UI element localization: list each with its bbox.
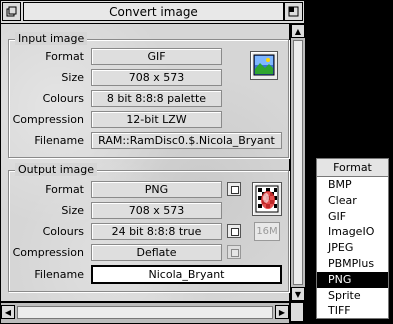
format-menu-item[interactable]: Sprite [317, 288, 388, 304]
scroll-right-icon[interactable]: ▶ [275, 305, 289, 319]
format-menu-title: Format [317, 159, 388, 177]
input-compression-field: 12-bit LZW [91, 111, 222, 128]
dialog-body: Input image Format GIF Size 708 x 573 Co… [1, 24, 289, 301]
format-menu-item[interactable]: JPEG [317, 240, 388, 256]
toggle-size-icon[interactable] [284, 2, 303, 21]
output-colours-field: 24 bit 8:8:8 true [91, 223, 222, 240]
output-format-label: Format [45, 183, 84, 196]
input-size-label: Size [61, 71, 84, 84]
output-format-menu-button[interactable] [227, 182, 241, 196]
input-filename-field: RAM::RamDisc0.$.Nicola_Bryant [91, 132, 282, 149]
format-menu-item-selected[interactable]: PNG [317, 271, 388, 288]
format-menu-item[interactable]: BMP [317, 177, 388, 193]
output-filename-input[interactable]: Nicola_Bryant [91, 265, 282, 284]
format-menu-item[interactable]: TIFF [317, 303, 388, 319]
output-size-field: 708 x 573 [91, 202, 222, 219]
input-group-label: Input image [15, 32, 88, 45]
format-menu-item[interactable]: PBMPlus [317, 256, 388, 272]
input-format-label: Format [45, 50, 84, 63]
window-title[interactable]: Convert image [23, 2, 284, 21]
input-colours-field: 8 bit 8:8:8 palette [91, 90, 222, 107]
output-compression-menu-button[interactable] [227, 245, 241, 259]
vertical-scrollbar[interactable]: ▲ ▼ [290, 24, 305, 301]
input-colours-label: Colours [42, 92, 84, 105]
output-format-field: PNG [91, 181, 222, 198]
input-size-field: 708 x 573 [91, 69, 222, 86]
input-filename-label: Filename [34, 134, 84, 147]
output-image-group: Output image Format PNG Size 708 x 573 C… [8, 163, 289, 292]
scroll-down-icon[interactable]: ▼ [291, 287, 305, 301]
horizontal-scrollbar[interactable]: ◀ ▶ [1, 302, 289, 323]
output-size-label: Size [61, 204, 84, 217]
scroll-up-icon[interactable]: ▲ [291, 24, 305, 38]
title-bar[interactable]: Convert image [1, 1, 304, 24]
format-menu-item[interactable]: Clear [317, 193, 388, 209]
input-compression-label: Compression [12, 113, 84, 126]
input-image-group: Input image Format GIF Size 708 x 573 Co… [8, 32, 289, 158]
output-compression-field: Deflate [91, 244, 222, 261]
horizontal-scroll-thumb[interactable] [17, 306, 273, 319]
format-menu: Format BMP Clear GIF ImageIO JPEG PBMPlu… [316, 158, 389, 319]
format-menu-item[interactable]: GIF [317, 209, 388, 225]
scroll-left-icon[interactable]: ◀ [1, 305, 15, 319]
vertical-scroll-thumb[interactable] [293, 40, 303, 285]
gif-file-icon[interactable] [250, 51, 278, 80]
output-colours-label: Colours [42, 225, 84, 238]
colours-16m-tag: 16M [254, 222, 280, 241]
output-compression-label: Compression [12, 246, 84, 259]
output-colours-menu-button[interactable] [227, 224, 241, 238]
input-format-field: GIF [91, 48, 222, 65]
output-filename-label: Filename [34, 268, 84, 281]
resize-icon[interactable] [290, 302, 304, 322]
format-menu-item[interactable]: ImageIO [317, 224, 388, 240]
convert-image-window: Convert image Input image Format GIF Siz… [0, 0, 305, 323]
back-icon[interactable] [2, 2, 21, 21]
png-file-icon[interactable] [252, 182, 282, 216]
output-group-label: Output image [15, 163, 97, 176]
